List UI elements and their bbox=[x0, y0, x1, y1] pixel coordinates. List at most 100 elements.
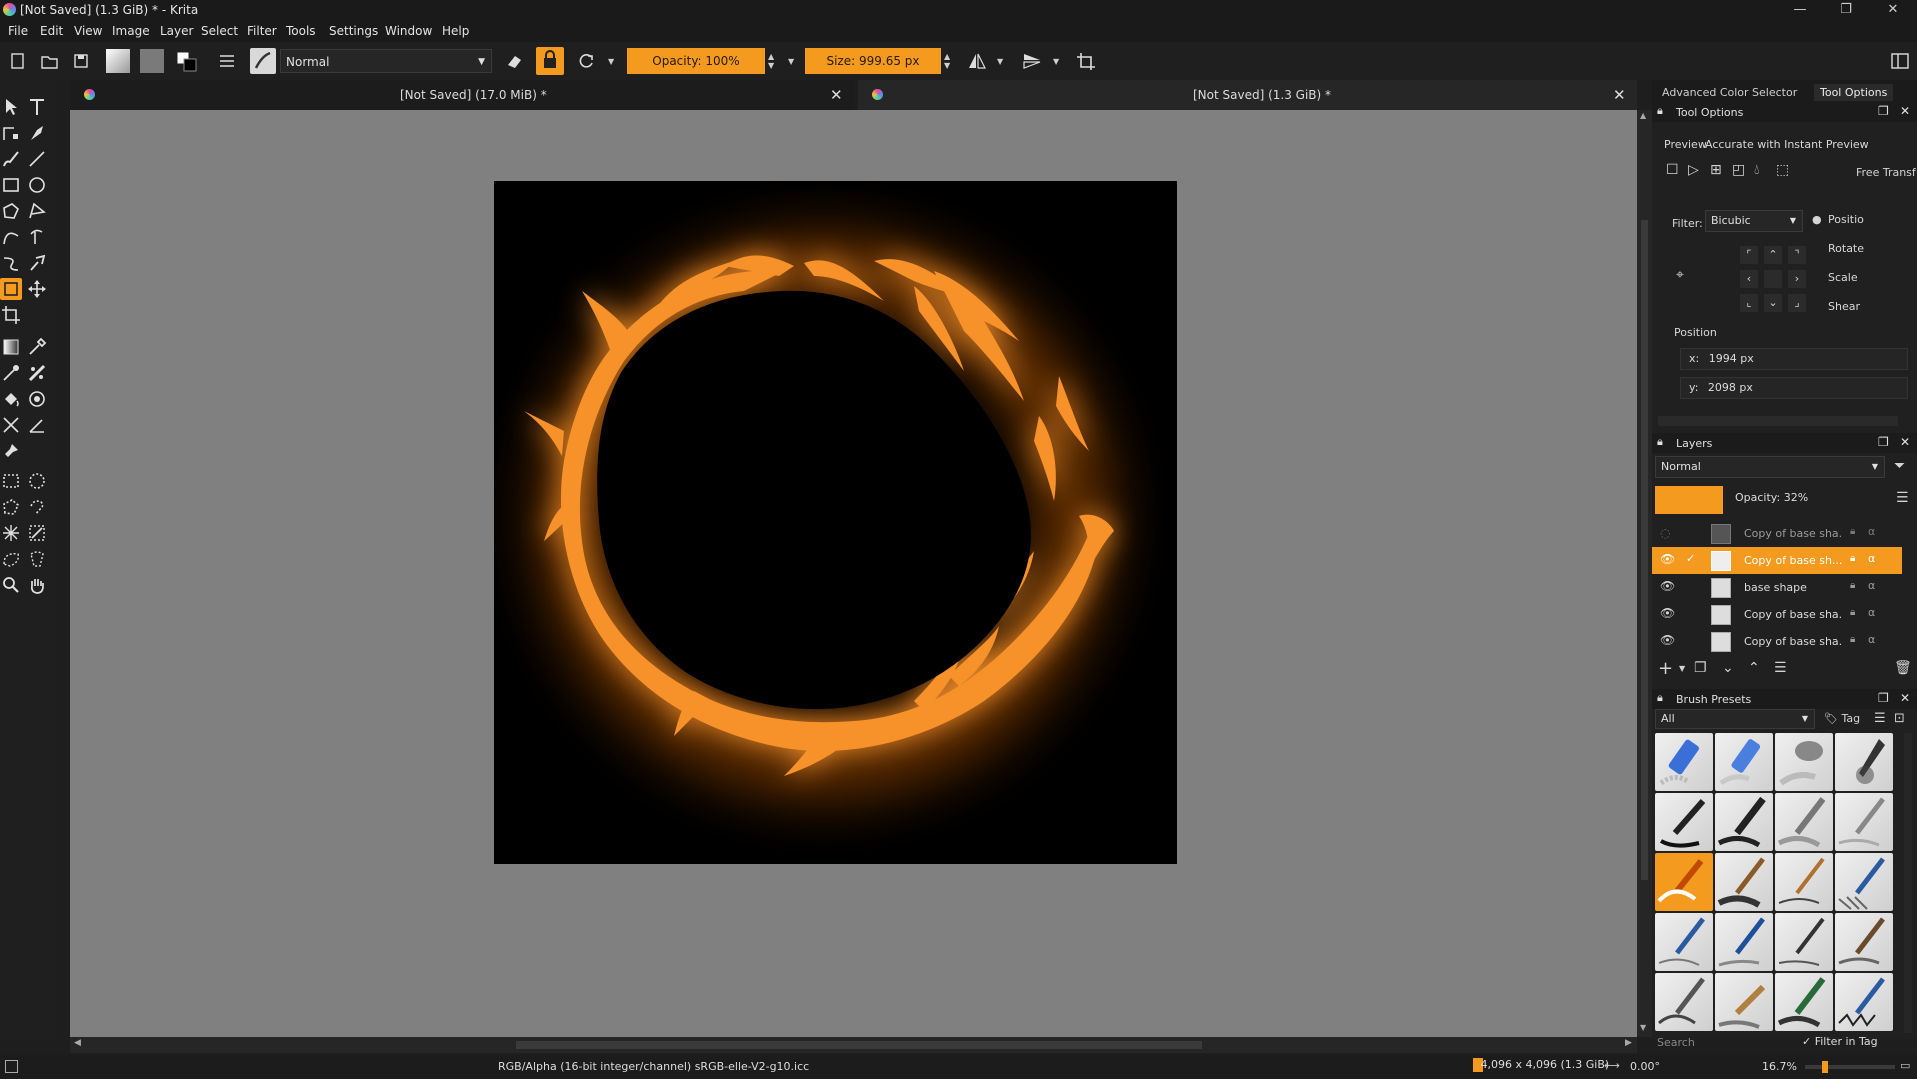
layer-color-swatch[interactable] bbox=[1655, 486, 1723, 514]
alpha-lock-icon[interactable]: α bbox=[1868, 579, 1875, 592]
lock-layer-icon[interactable]: 🔒︎ bbox=[1850, 526, 1855, 537]
scroll-up-icon[interactable]: ▲ bbox=[1640, 111, 1646, 120]
chevron-down-icon[interactable]: ▼ bbox=[788, 57, 794, 66]
freehand-select-icon[interactable] bbox=[26, 496, 48, 518]
canvas-vertical-scrollbar[interactable]: ▲ ▼ bbox=[1637, 110, 1652, 1037]
layer-menu-icon[interactable]: ☰ bbox=[1896, 490, 1909, 506]
transform-tool-icon[interactable] bbox=[0, 278, 22, 300]
brush-preset-pencil-brown[interactable] bbox=[1835, 913, 1893, 971]
checkmark-icon[interactable]: ✓ bbox=[1686, 552, 1695, 565]
angle-tool-icon[interactable] bbox=[26, 414, 48, 436]
wrap-around-icon[interactable] bbox=[1075, 50, 1097, 72]
layer-row[interactable]: 👁︎ base shape 🔒︎ α bbox=[1652, 574, 1902, 601]
brush-preset-eraser[interactable] bbox=[1655, 733, 1713, 791]
lock-icon[interactable]: 🔒︎ bbox=[1657, 435, 1663, 449]
measure-tool-icon[interactable] bbox=[0, 414, 22, 436]
mirror-horizontal-icon[interactable] bbox=[966, 50, 988, 72]
menu-help[interactable]: Help bbox=[442, 24, 469, 38]
alpha-lock-icon[interactable]: α bbox=[1868, 606, 1875, 619]
brush-preset-marker[interactable] bbox=[1715, 793, 1773, 851]
close-icon[interactable]: ✕ bbox=[1900, 104, 1910, 118]
freehand-brush-icon[interactable] bbox=[0, 148, 22, 170]
similar-select-icon[interactable] bbox=[26, 522, 48, 544]
open-folder-icon[interactable] bbox=[38, 50, 60, 72]
anchor-top-left[interactable]: ⌜ bbox=[1740, 246, 1758, 264]
brush-preset-pencil-gray[interactable] bbox=[1775, 793, 1833, 851]
chevron-down-icon[interactable]: ▼ bbox=[997, 57, 1003, 66]
menu-window[interactable]: Window bbox=[385, 24, 432, 38]
brush-preset-pencil-tilt[interactable] bbox=[1715, 913, 1773, 971]
new-document-icon[interactable] bbox=[6, 50, 28, 72]
layer-name[interactable]: Copy of base sha... bbox=[1744, 527, 1842, 540]
filter-select[interactable]: Bicubic ▼ bbox=[1705, 210, 1803, 232]
brush-settings-icon[interactable] bbox=[216, 50, 238, 72]
fill-tool-icon[interactable] bbox=[0, 388, 22, 410]
anchor-left[interactable]: ‹ bbox=[1740, 270, 1758, 288]
workspace-icon[interactable] bbox=[1889, 50, 1911, 72]
tool-options-scrollbar[interactable] bbox=[1658, 416, 1898, 426]
lock-icon[interactable]: 🔒︎ bbox=[1657, 691, 1663, 705]
visibility-icon[interactable]: 👁︎ bbox=[1660, 552, 1675, 566]
visibility-off-icon[interactable]: ◌ bbox=[1660, 526, 1670, 540]
canvas-horizontal-scrollbar[interactable]: ◀ ▶ bbox=[70, 1037, 1637, 1053]
menu-select[interactable]: Select bbox=[201, 24, 238, 38]
edit-shapes-icon[interactable] bbox=[0, 122, 22, 144]
minimize-button[interactable]: — bbox=[1790, 2, 1810, 18]
save-icon[interactable] bbox=[70, 50, 92, 72]
line-tool-icon[interactable] bbox=[26, 148, 48, 170]
scroll-left-icon[interactable]: ◀ bbox=[74, 1038, 81, 1048]
duplicate-layer-icon[interactable]: ❐ bbox=[1694, 660, 1707, 676]
close-icon[interactable]: ✕ bbox=[1900, 435, 1910, 449]
alpha-lock-icon[interactable]: α bbox=[1868, 552, 1875, 565]
eraser-icon[interactable] bbox=[503, 50, 525, 72]
pan-tool-icon[interactable] bbox=[26, 574, 48, 596]
tab-document-1[interactable]: [Not Saved] (17.0 MiB) * ✕ bbox=[70, 80, 855, 110]
bezier-tool-icon[interactable] bbox=[0, 226, 22, 248]
close-window-button[interactable]: ✕ bbox=[1883, 2, 1903, 18]
lock-layer-icon[interactable]: 🔒︎ bbox=[1850, 634, 1855, 645]
text-tool-icon[interactable] bbox=[26, 96, 48, 118]
bezier-select-icon[interactable] bbox=[0, 548, 22, 570]
layer-opacity-field[interactable]: Opacity: 32% bbox=[1727, 488, 1882, 510]
smart-patch-icon[interactable] bbox=[0, 362, 22, 384]
brush-preset-ink-brush[interactable] bbox=[1655, 793, 1713, 851]
reload-preset-icon[interactable] bbox=[575, 50, 597, 72]
opacity-slider[interactable]: Opacity: 100% bbox=[627, 48, 765, 74]
float-docker-icon[interactable]: ❐ bbox=[1878, 435, 1889, 449]
brush-preset-pencil-fine[interactable] bbox=[1775, 913, 1833, 971]
scrollbar-thumb[interactable] bbox=[516, 1041, 1202, 1049]
brush-preset-paint-dark[interactable] bbox=[1715, 853, 1773, 911]
radio-rotate-label[interactable]: Rotate bbox=[1828, 242, 1864, 255]
anchor-right[interactable]: › bbox=[1788, 270, 1806, 288]
lock-layer-icon[interactable]: 🔒︎ bbox=[1850, 553, 1855, 564]
visibility-icon[interactable]: 👁︎ bbox=[1660, 633, 1675, 647]
spin-arrows-icon[interactable]: ▲ ▼ bbox=[768, 52, 774, 70]
ellipse-tool-icon[interactable] bbox=[26, 174, 48, 196]
visibility-icon[interactable]: 👁︎ bbox=[1660, 579, 1675, 593]
brush-preset-sketch[interactable] bbox=[1775, 853, 1833, 911]
anchor-point-icon[interactable]: ⌖ bbox=[1676, 267, 1684, 283]
layer-blend-mode-select[interactable]: Normal ▼ bbox=[1655, 456, 1885, 478]
brush-preset-charcoal[interactable] bbox=[1655, 973, 1713, 1031]
perspective-icon[interactable]: ▷ bbox=[1688, 162, 1699, 178]
brush-preset-hatch[interactable] bbox=[1835, 853, 1893, 911]
brush-preset-eraser-soft[interactable] bbox=[1715, 733, 1773, 791]
reference-pin-icon[interactable] bbox=[0, 440, 22, 462]
scroll-right-icon[interactable]: ▶ bbox=[1625, 1038, 1632, 1048]
blend-mode-select[interactable]: Normal ▼ bbox=[280, 49, 492, 73]
float-docker-icon[interactable]: ❐ bbox=[1878, 691, 1889, 705]
free-transform-icon[interactable]: ☐ bbox=[1666, 162, 1679, 178]
liquify-icon[interactable]: 💧︎ bbox=[1754, 162, 1760, 178]
radio-position[interactable]: ● bbox=[1812, 213, 1822, 226]
lock-icon[interactable]: 🔒︎ bbox=[1657, 104, 1663, 118]
layer-name[interactable]: Copy of base sha... bbox=[1744, 608, 1842, 621]
radio-scale-label[interactable]: Scale bbox=[1828, 271, 1858, 284]
select-shapes-icon[interactable] bbox=[0, 96, 22, 118]
dynamic-brush-icon[interactable] bbox=[0, 252, 22, 274]
y-position-field[interactable]: y: 2098 px bbox=[1680, 377, 1908, 399]
contiguous-select-icon[interactable] bbox=[0, 522, 22, 544]
scrollbar-thumb[interactable] bbox=[1641, 220, 1648, 880]
zoom-tool-icon[interactable] bbox=[0, 574, 22, 596]
visibility-icon[interactable]: 👁︎ bbox=[1660, 606, 1675, 620]
menu-layer[interactable]: Layer bbox=[160, 24, 193, 38]
